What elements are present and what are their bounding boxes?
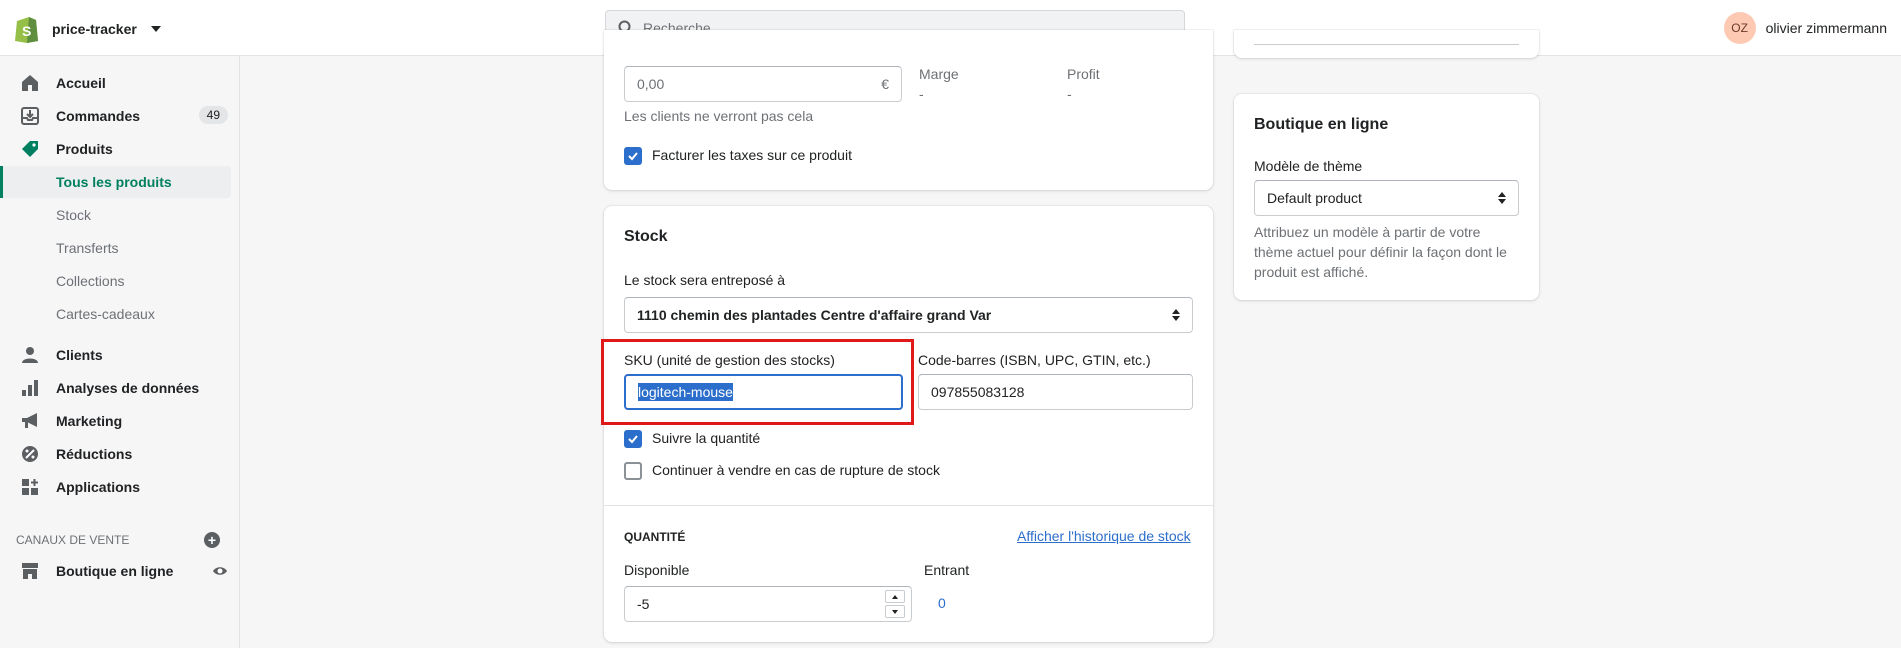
cost-hint: Les clients ne verront pas cela bbox=[624, 108, 814, 124]
incoming-label: Entrant bbox=[924, 562, 970, 578]
location-select[interactable]: 1110 chemin des plantades Centre d'affai… bbox=[624, 297, 1193, 333]
available-value: -5 bbox=[637, 596, 650, 612]
sidebar-item-discounts[interactable]: Réductions bbox=[0, 439, 240, 469]
sales-channels-label: CANAUX DE VENTE bbox=[16, 533, 130, 547]
continue-selling-checkbox[interactable] bbox=[624, 462, 642, 480]
sidebar-item-label: Réductions bbox=[56, 446, 133, 462]
shopify-logo-icon: S bbox=[15, 17, 38, 43]
chevron-down-icon bbox=[150, 26, 161, 32]
quantity-heading: QUANTITÉ bbox=[624, 530, 686, 544]
sidebar-item-apps[interactable]: Applications bbox=[0, 472, 240, 502]
previous-card-fragment bbox=[1234, 30, 1539, 58]
highlight-annotation bbox=[601, 339, 914, 425]
home-icon bbox=[20, 73, 40, 93]
store-switcher[interactable]: S price-tracker bbox=[14, 14, 161, 44]
sidebar-item-marketing[interactable]: Marketing bbox=[0, 406, 240, 436]
sidebar-item-collections[interactable]: Collections bbox=[0, 265, 231, 297]
sidebar: Accueil Commandes 49 Produits Tous les p… bbox=[0, 56, 240, 648]
sidebar-item-stock[interactable]: Stock bbox=[0, 199, 231, 231]
profit-label: Profit bbox=[1067, 66, 1100, 82]
charge-tax-checkbox[interactable] bbox=[624, 147, 642, 165]
theme-template-help: Attribuez un modèle à partir de votre th… bbox=[1254, 224, 1507, 280]
incoming-value[interactable]: 0 bbox=[938, 595, 946, 611]
online-store-card: Boutique en ligne Modèle de thème Defaul… bbox=[1234, 94, 1539, 300]
discount-icon bbox=[20, 444, 40, 464]
select-arrows-icon bbox=[1172, 309, 1180, 321]
location-value: 1110 chemin des plantades Centre d'affai… bbox=[637, 307, 992, 323]
apps-icon bbox=[20, 477, 40, 497]
sidebar-item-online-store[interactable]: Boutique en ligne bbox=[0, 556, 240, 586]
increment-icon[interactable] bbox=[885, 590, 905, 603]
track-quantity-label: Suivre la quantité bbox=[652, 430, 761, 446]
track-quantity-checkbox[interactable] bbox=[624, 430, 642, 448]
store-name: price-tracker bbox=[52, 21, 137, 37]
decrement-icon[interactable] bbox=[885, 605, 905, 618]
checkmark-icon bbox=[628, 435, 638, 444]
theme-template-select[interactable]: Default product bbox=[1254, 180, 1519, 216]
sidebar-item-label: Commandes bbox=[56, 108, 141, 124]
divider bbox=[604, 505, 1213, 506]
barcode-input[interactable]: 097855083128 bbox=[918, 374, 1193, 410]
sidebar-item-analytics[interactable]: Analyses de données bbox=[0, 373, 240, 403]
sidebar-item-transfers[interactable]: Transferts bbox=[0, 232, 231, 264]
charge-tax-label: Facturer les taxes sur ce produit bbox=[652, 147, 852, 163]
user-name: olivier zimmermann bbox=[1765, 20, 1887, 36]
sidebar-item-all-products[interactable]: Tous les produits bbox=[0, 166, 231, 198]
stock-title: Stock bbox=[624, 228, 668, 245]
stock-history-link[interactable]: Afficher l'historique de stock bbox=[1017, 528, 1191, 544]
currency-symbol: € bbox=[881, 76, 889, 92]
available-label: Disponible bbox=[624, 562, 690, 578]
sidebar-item-home[interactable]: Accueil bbox=[0, 68, 240, 98]
pricing-card: 0,00 € Marge - Profit - Les clients ne v… bbox=[604, 30, 1213, 190]
megaphone-icon bbox=[20, 411, 40, 431]
sales-channels-heading: CANAUX DE VENTE + bbox=[16, 532, 220, 548]
theme-template-value: Default product bbox=[1267, 190, 1362, 206]
user-menu[interactable]: OZ olivier zimmermann bbox=[1723, 12, 1887, 44]
eye-icon[interactable] bbox=[212, 563, 228, 582]
orders-icon bbox=[20, 106, 40, 126]
quantity-stepper[interactable] bbox=[885, 590, 905, 618]
sidebar-item-label: Applications bbox=[56, 479, 141, 495]
profit-value: - bbox=[1067, 86, 1072, 102]
sidebar-item-label: Accueil bbox=[56, 75, 106, 91]
sidebar-item-label: Marketing bbox=[56, 413, 123, 429]
sidebar-item-label: Analyses de données bbox=[56, 380, 200, 396]
cost-value: 0,00 bbox=[637, 76, 665, 92]
sidebar-item-customers[interactable]: Clients bbox=[0, 340, 240, 370]
tag-icon bbox=[20, 139, 40, 159]
sidebar-item-gift-cards[interactable]: Cartes-cadeaux bbox=[0, 298, 231, 330]
orders-count-badge: 49 bbox=[198, 106, 228, 124]
barcode-value: 097855083128 bbox=[931, 384, 1025, 400]
sidebar-item-products[interactable]: Produits bbox=[0, 134, 240, 164]
svg-text:S: S bbox=[22, 23, 31, 39]
online-store-title: Boutique en ligne bbox=[1254, 116, 1389, 133]
add-channel-icon[interactable]: + bbox=[204, 532, 220, 548]
theme-template-label: Modèle de thème bbox=[1254, 158, 1363, 174]
continue-selling-label: Continuer à vendre en cas de rupture de … bbox=[652, 462, 940, 478]
sidebar-item-label: Boutique en ligne bbox=[56, 563, 174, 579]
select-arrows-icon bbox=[1498, 192, 1506, 204]
sidebar-item-orders[interactable]: Commandes 49 bbox=[0, 101, 240, 131]
available-quantity-input[interactable]: -5 bbox=[624, 586, 912, 622]
bar-chart-icon bbox=[20, 378, 40, 398]
avatar: OZ bbox=[1723, 12, 1756, 44]
sidebar-item-label: Clients bbox=[56, 347, 103, 363]
person-icon bbox=[20, 345, 40, 365]
location-label: Le stock sera entreposé à bbox=[624, 272, 786, 288]
checkmark-icon bbox=[628, 152, 638, 161]
store-icon bbox=[20, 561, 40, 581]
cost-per-item-field[interactable]: 0,00 € bbox=[624, 66, 902, 102]
margin-label: Marge bbox=[919, 66, 959, 82]
margin-value: - bbox=[919, 86, 924, 102]
sidebar-item-label: Produits bbox=[56, 141, 113, 157]
barcode-label: Code-barres (ISBN, UPC, GTIN, etc.) bbox=[918, 352, 1151, 368]
